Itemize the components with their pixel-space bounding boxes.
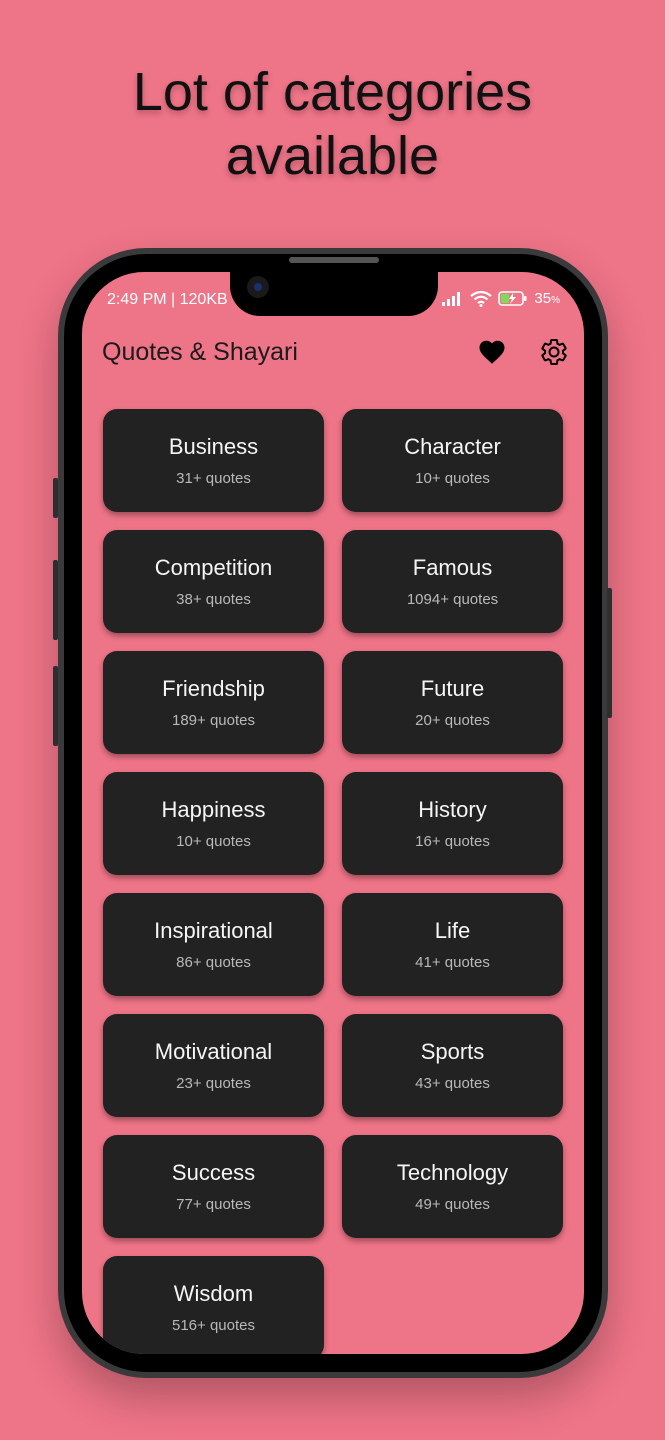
category-card-future[interactable]: Future 20+ quotes <box>342 651 563 754</box>
category-count: 10+ quotes <box>415 469 490 487</box>
category-card-happiness[interactable]: Happiness 10+ quotes <box>103 772 324 875</box>
category-title: Business <box>168 433 259 459</box>
category-count: 1094+ quotes <box>406 590 499 608</box>
category-card-technology[interactable]: Technology 49+ quotes <box>342 1135 563 1238</box>
category-count: 41+ quotes <box>415 953 490 971</box>
category-title: Inspirational <box>154 917 273 943</box>
category-title: Motivational <box>154 1038 273 1064</box>
phone-action-button <box>53 478 58 518</box>
category-count: 16+ quotes <box>415 832 490 850</box>
phone-volume-up-button <box>53 560 58 640</box>
category-count: 516+ quotes <box>172 1316 255 1334</box>
category-title: Happiness <box>161 796 266 822</box>
headline-line-2: available <box>225 126 440 186</box>
category-card-friendship[interactable]: Friendship 189+ quotes <box>103 651 324 754</box>
category-count: 86+ quotes <box>176 953 251 971</box>
category-title: Famous <box>412 554 493 580</box>
category-count: 77+ quotes <box>176 1195 251 1213</box>
category-count: 43+ quotes <box>415 1074 490 1092</box>
signal-icon <box>442 291 461 306</box>
settings-button[interactable] <box>539 337 569 367</box>
category-card-history[interactable]: History 16+ quotes <box>342 772 563 875</box>
phone-power-button <box>607 588 612 718</box>
category-card-competition[interactable]: Competition 38+ quotes <box>103 530 324 633</box>
category-title: Wisdom <box>173 1280 254 1306</box>
wifi-icon <box>470 290 493 307</box>
category-count: 49+ quotes <box>415 1195 490 1213</box>
category-count: 189+ quotes <box>172 711 255 729</box>
category-title: Competition <box>154 554 273 580</box>
category-card-inspirational[interactable]: Inspirational 86+ quotes <box>103 893 324 996</box>
category-count: 31+ quotes <box>176 469 251 487</box>
category-card-life[interactable]: Life 41+ quotes <box>342 893 563 996</box>
category-title: Future <box>420 675 485 701</box>
category-title: Technology <box>396 1159 509 1185</box>
category-card-wisdom[interactable]: Wisdom 516+ quotes <box>103 1256 324 1354</box>
heart-icon <box>479 340 505 364</box>
category-title: Character <box>404 433 501 459</box>
category-title: Sports <box>420 1038 485 1064</box>
category-card-famous[interactable]: Famous 1094+ quotes <box>342 530 563 633</box>
category-grid: Business 31+ quotes Character 10+ quotes… <box>103 409 563 1354</box>
category-card-sports[interactable]: Sports 43+ quotes <box>342 1014 563 1117</box>
category-count: 23+ quotes <box>176 1074 251 1092</box>
category-count: 38+ quotes <box>176 590 251 608</box>
category-title: Friendship <box>162 675 265 701</box>
gear-icon <box>541 339 567 365</box>
front-camera <box>247 276 269 298</box>
status-icons: 35% <box>442 290 560 307</box>
promo-headline: Lot of categories available <box>0 60 665 188</box>
battery-percent: 35% <box>534 290 560 307</box>
category-title: Life <box>434 917 471 943</box>
battery-charging-icon <box>498 291 527 306</box>
status-time: 2:49 PM | 120KB <box>107 291 228 308</box>
app-title: Quotes & Shayari <box>102 338 298 366</box>
phone-volume-down-button <box>53 666 58 746</box>
favorites-button[interactable] <box>477 337 507 367</box>
app-screen: 2:49 PM | 120KB 35% Quotes & Shayari Bus… <box>82 272 584 1354</box>
phone-speaker <box>289 257 379 263</box>
category-card-success[interactable]: Success 77+ quotes <box>103 1135 324 1238</box>
category-title: History <box>418 796 487 822</box>
headline-line-1: Lot of categories <box>132 62 533 122</box>
category-card-character[interactable]: Character 10+ quotes <box>342 409 563 512</box>
category-card-business[interactable]: Business 31+ quotes <box>103 409 324 512</box>
category-title: Success <box>171 1159 256 1185</box>
category-count: 10+ quotes <box>176 832 251 850</box>
category-card-motivational[interactable]: Motivational 23+ quotes <box>103 1014 324 1117</box>
category-count: 20+ quotes <box>415 711 490 729</box>
